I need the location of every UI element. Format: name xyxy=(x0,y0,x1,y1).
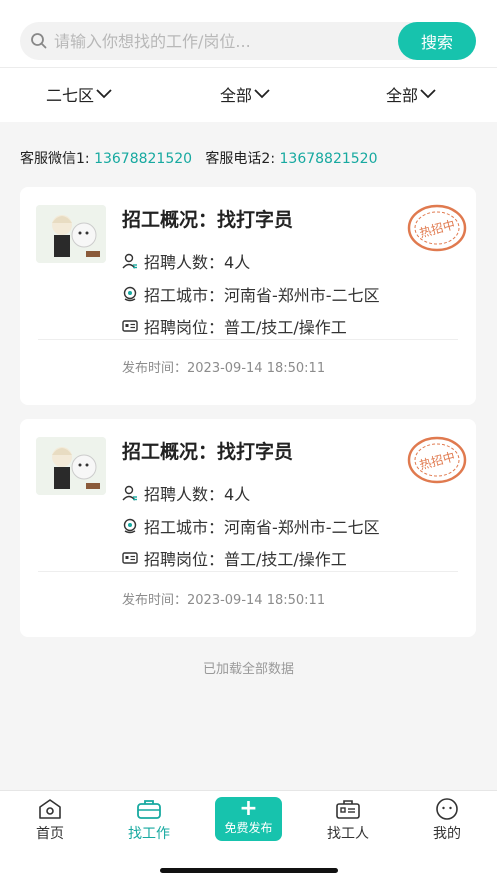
search-bar[interactable]: 搜索 xyxy=(20,22,476,60)
filter-type-label: 全部 xyxy=(386,86,419,105)
location-icon xyxy=(123,286,137,302)
job-position: 招聘岗位： 普工/技工/操作工 xyxy=(122,546,347,570)
job-count: 招聘人数： 4人 xyxy=(122,481,250,505)
publish-time: 发布时间：2023-09-14 18:50:11 xyxy=(122,589,325,608)
filter-district[interactable]: 二七区 xyxy=(46,82,112,106)
tab-find-job[interactable]: 找工作 xyxy=(119,797,179,843)
home-indicator xyxy=(160,868,338,873)
job-card[interactable]: 招工概况：找打字员 热招中 招聘人数： 4人 招工城市： 河南省-郑州市-二七区… xyxy=(20,187,476,405)
job-card[interactable]: 招工概况：找打字员 热招中 招聘人数： 4人 招工城市： 河南省-郑州市-二七区… xyxy=(20,419,476,637)
job-city: 招工城市： 河南省-郑州市-二七区 xyxy=(122,282,380,306)
job-count-value: 4人 xyxy=(224,253,251,272)
publish-button[interactable]: + 免费发布 xyxy=(215,797,282,841)
hot-hiring-stamp: 热招中 xyxy=(407,436,467,484)
tab-find-worker[interactable]: 找工人 xyxy=(318,797,378,843)
publish-time-value: 2023-09-14 18:50:11 xyxy=(187,593,326,608)
filter-type[interactable]: 全部 xyxy=(386,82,436,106)
stamp-text: 热招中 xyxy=(418,449,457,473)
job-position-label: 招聘岗位： xyxy=(144,550,225,569)
job-count-label: 招聘人数： xyxy=(144,485,225,504)
filter-category[interactable]: 全部 xyxy=(220,82,270,106)
plus-icon: + xyxy=(239,796,258,821)
job-city-label: 招工城市： xyxy=(144,286,225,305)
publish-time: 发布时间：2023-09-14 18:50:11 xyxy=(122,357,325,376)
job-count: 招聘人数： 4人 xyxy=(122,249,250,273)
person-icon xyxy=(122,485,137,501)
toolbox-icon xyxy=(336,800,360,819)
card-divider xyxy=(38,571,458,572)
avatar xyxy=(36,437,106,495)
chevron-down-icon xyxy=(96,89,112,99)
job-title-prefix: 招工概况： xyxy=(122,441,218,463)
tab-find-job-label: 找工作 xyxy=(128,826,170,842)
job-city-value: 河南省-郑州市-二七区 xyxy=(224,518,380,537)
tab-home-label: 首页 xyxy=(36,826,64,842)
job-title-text: 找打字员 xyxy=(217,441,294,463)
tab-home[interactable]: 首页 xyxy=(20,797,80,843)
publish-time-label: 发布时间： xyxy=(122,593,188,608)
publish-time-value: 2023-09-14 18:50:11 xyxy=(187,361,326,376)
job-count-value: 4人 xyxy=(224,485,251,504)
profile-face-icon xyxy=(436,798,458,820)
tab-mine-label: 我的 xyxy=(433,826,461,842)
customer-service-contact: 客服微信1: 13678821520 客服电话2: 13678821520 xyxy=(20,148,377,168)
home-icon xyxy=(39,799,61,819)
job-city-label: 招工城市： xyxy=(144,518,225,537)
stamp-text: 热招中 xyxy=(418,217,457,241)
search-row: 搜索 xyxy=(0,0,497,68)
chevron-down-icon xyxy=(420,89,436,99)
chevron-down-icon xyxy=(254,89,270,99)
publish-button-label: 免费发布 xyxy=(224,821,273,835)
person-icon xyxy=(122,253,137,269)
load-status: 已加载全部数据 xyxy=(202,662,294,677)
job-city-value: 河南省-郑州市-二七区 xyxy=(224,286,380,305)
job-count-label: 招聘人数： xyxy=(144,253,225,272)
id-card-icon xyxy=(122,552,138,564)
briefcase-icon xyxy=(137,800,161,819)
job-title-text: 找打字员 xyxy=(217,209,294,231)
job-position-value: 普工/技工/操作工 xyxy=(224,550,347,569)
wechat-number[interactable]: 13678821520 xyxy=(94,151,192,167)
job-title: 招工概况：找打字员 xyxy=(122,437,293,464)
job-position: 招聘岗位： 普工/技工/操作工 xyxy=(122,314,347,338)
filter-district-label: 二七区 xyxy=(46,86,95,105)
job-city: 招工城市： 河南省-郑州市-二七区 xyxy=(122,514,380,538)
wechat-label: 客服微信1: xyxy=(20,151,90,167)
card-divider xyxy=(38,339,458,340)
avatar xyxy=(36,205,106,263)
filter-category-label: 全部 xyxy=(220,86,253,105)
search-icon xyxy=(31,33,47,49)
job-position-label: 招聘岗位： xyxy=(144,318,225,337)
tab-mine[interactable]: 我的 xyxy=(417,797,477,843)
id-card-icon xyxy=(122,320,138,332)
hot-hiring-stamp: 热招中 xyxy=(407,204,467,252)
phone-label: 客服电话2: xyxy=(205,151,276,167)
phone-number[interactable]: 13678821520 xyxy=(280,151,378,167)
search-button[interactable]: 搜索 xyxy=(398,22,476,60)
location-icon xyxy=(123,518,137,534)
publish-time-label: 发布时间： xyxy=(122,361,188,376)
job-title-prefix: 招工概况： xyxy=(122,209,218,231)
tab-find-worker-label: 找工人 xyxy=(327,826,369,842)
job-title: 招工概况：找打字员 xyxy=(122,205,293,232)
job-position-value: 普工/技工/操作工 xyxy=(224,318,347,337)
search-input[interactable] xyxy=(54,22,384,60)
